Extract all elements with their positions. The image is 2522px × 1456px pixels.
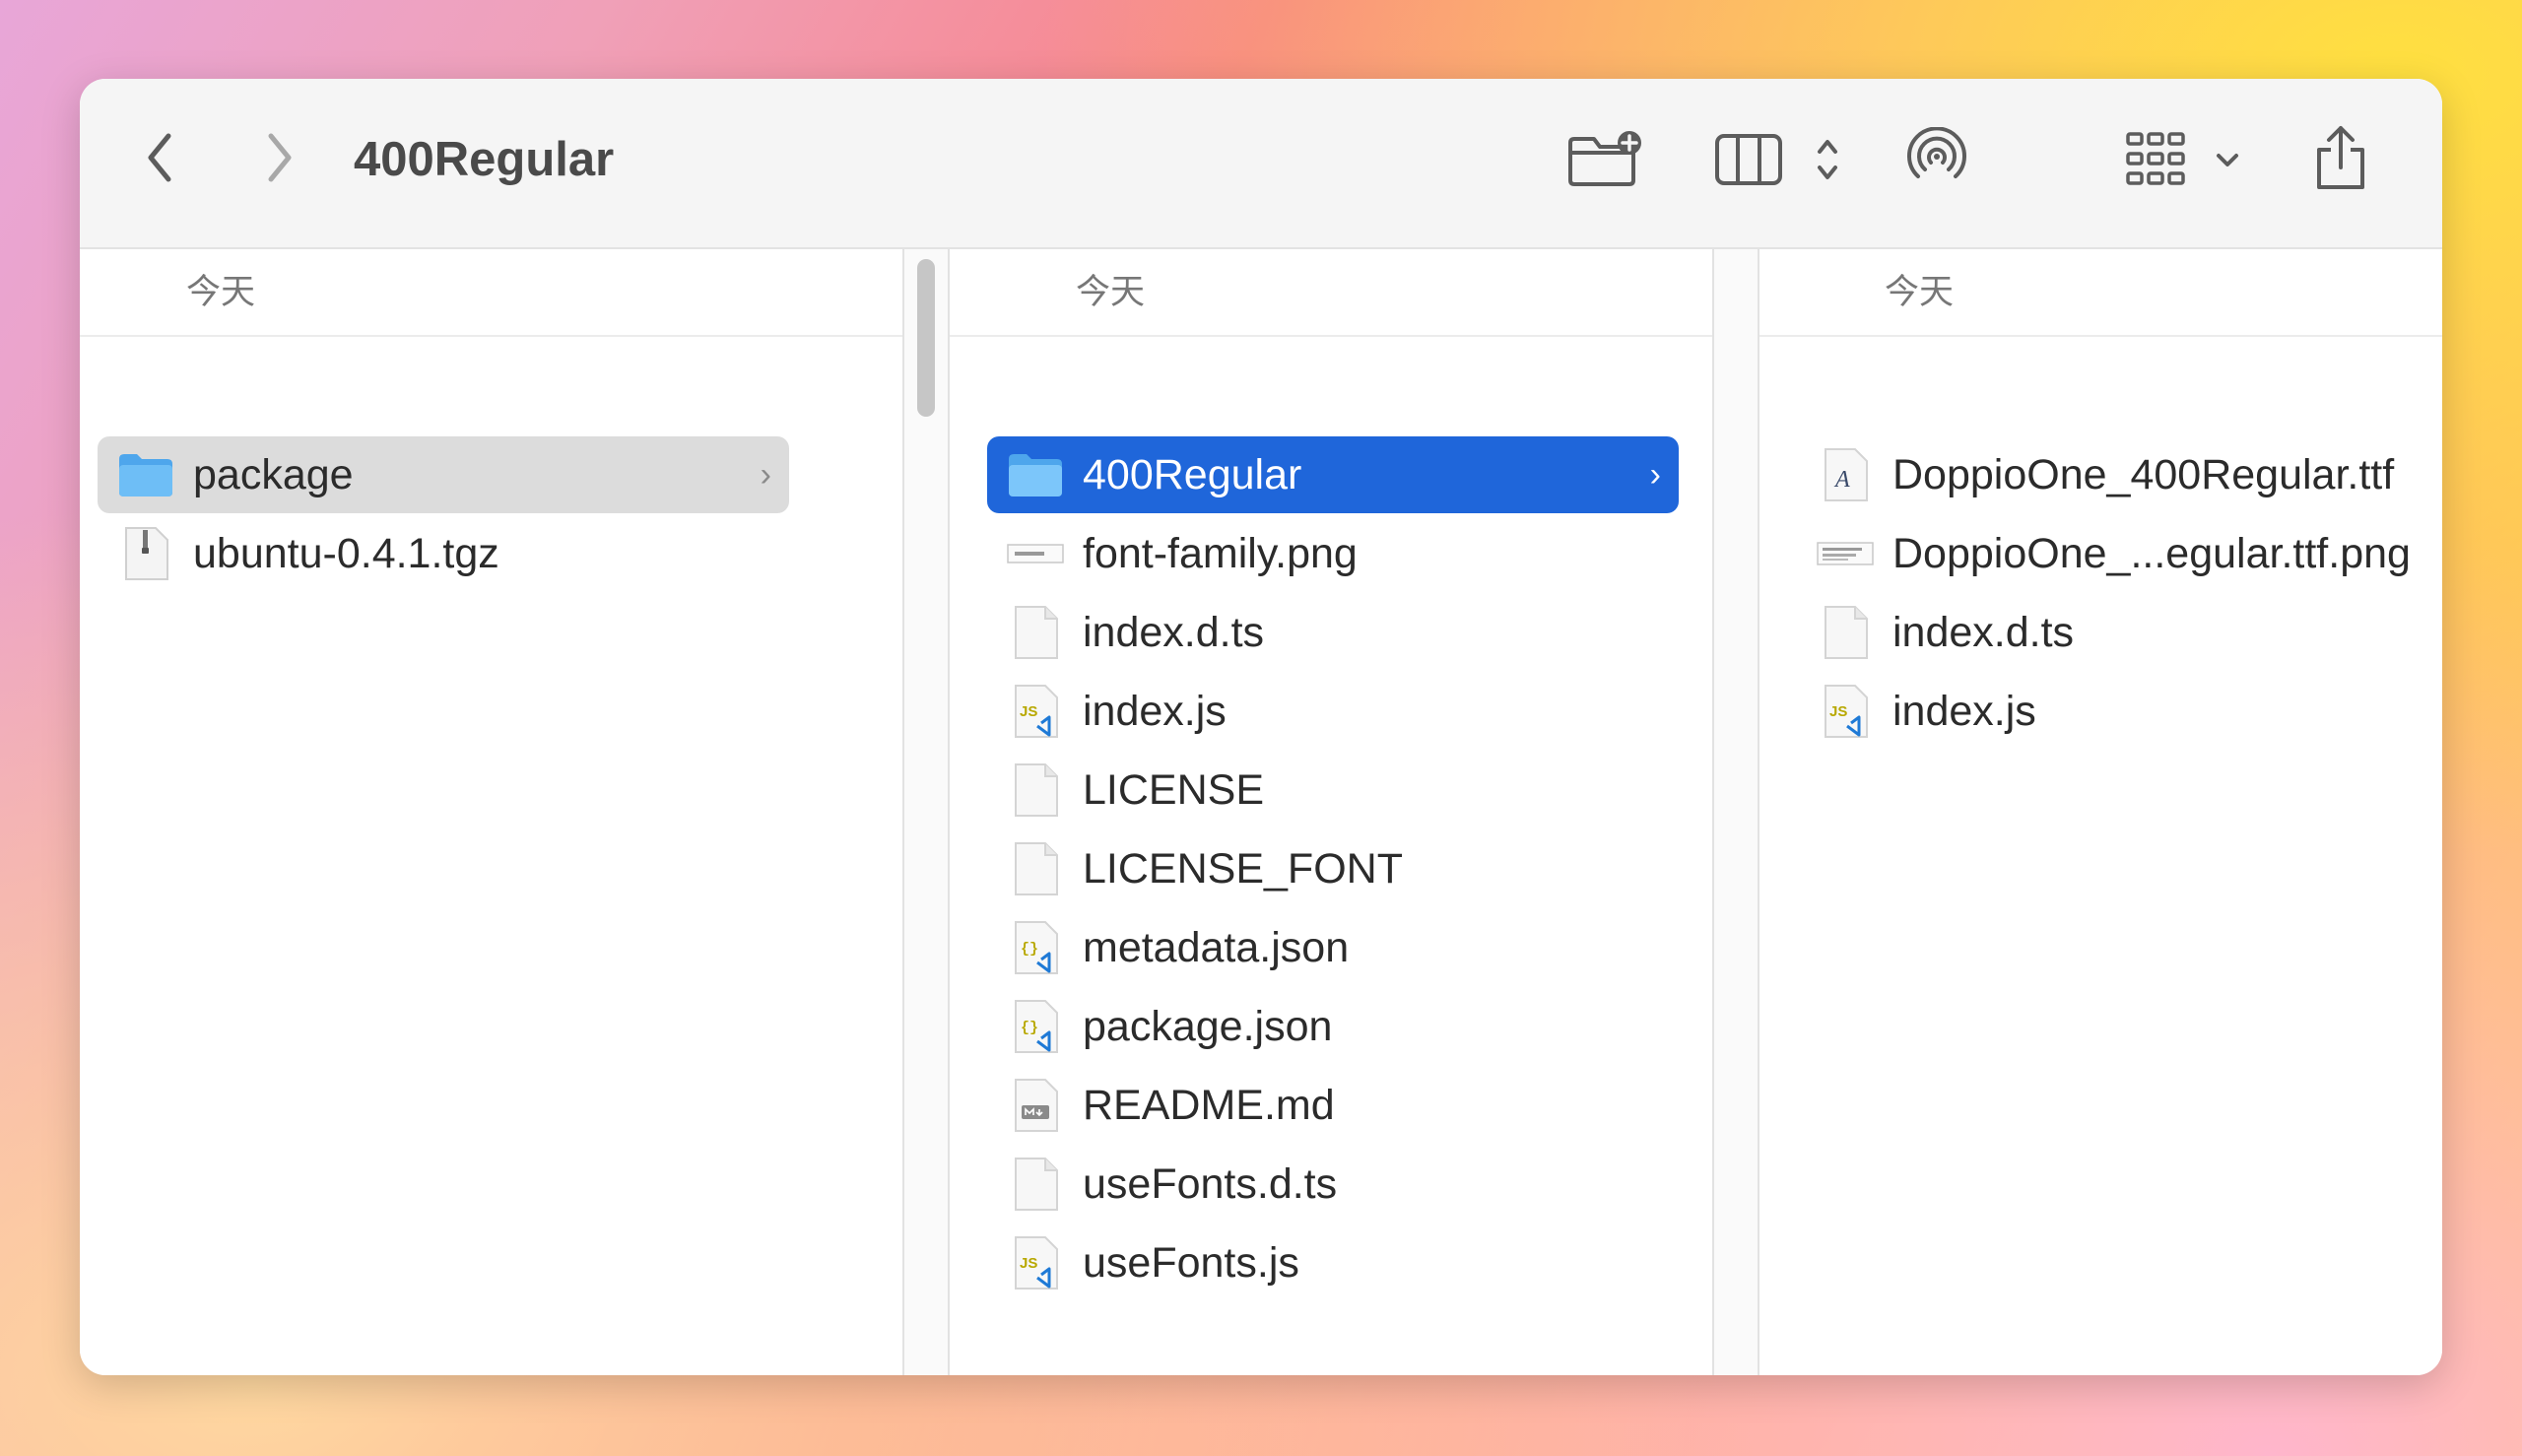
list-item-tgz[interactable]: ubuntu-0.4.1.tgz (98, 515, 789, 592)
column-3: 今天 A DoppioOne_400Regular.ttf DoppioOne_… (1759, 249, 2442, 1375)
list-item-license-font[interactable]: LICENSE_FONT (987, 830, 1679, 907)
airdrop-icon (1907, 127, 1966, 178)
column-1-header-label: 今天 (186, 273, 256, 311)
finder-window: 400Regular 今天 package › ubuntu-0.4.1.tgz… (80, 79, 2442, 1375)
airdrop-button[interactable] (1902, 126, 1971, 191)
list-item-label: ubuntu-0.4.1.tgz (193, 530, 499, 577)
list-item-label: 400Regular (1083, 451, 1302, 498)
group-grid-icon (2126, 132, 2238, 185)
archive-icon (117, 526, 174, 581)
column-3-header-label: 今天 (1885, 273, 1955, 311)
new-folder-button[interactable] (1565, 126, 1644, 191)
svg-text:JS: JS (1020, 1255, 1037, 1272)
list-item-label: useFonts.d.ts (1083, 1160, 1338, 1208)
list-item-label: LICENSE_FONT (1083, 845, 1403, 893)
list-item-font-family-png[interactable]: font-family.png (987, 515, 1679, 592)
blank-document-icon (1007, 605, 1064, 660)
blank-document-icon (1007, 841, 1064, 896)
image-thumbnail-icon (1007, 526, 1064, 581)
javascript-file-icon: JS (1817, 684, 1874, 739)
markdown-file-icon (1007, 1078, 1064, 1133)
list-item-index-d-ts[interactable]: index.d.ts (1797, 594, 2427, 671)
forward-button[interactable] (249, 128, 308, 187)
svg-text:{}: {} (1021, 941, 1038, 958)
column-2: 今天 400Regular › font-family.png index.d.… (950, 249, 1712, 1375)
list-item-label: metadata.json (1083, 924, 1350, 971)
list-item-label: package.json (1083, 1003, 1333, 1050)
column-2-scrollbar[interactable] (1714, 249, 1758, 1375)
back-button[interactable] (131, 128, 190, 187)
column-divider[interactable] (902, 249, 904, 1375)
column-1-scrollbar[interactable] (904, 249, 948, 1375)
share-icon (2317, 126, 2364, 189)
list-item-label: useFonts.js (1083, 1239, 1299, 1287)
blank-document-icon (1007, 762, 1064, 818)
svg-text:JS: JS (1020, 703, 1037, 720)
list-item-readme-md[interactable]: README.md (987, 1067, 1679, 1144)
list-item-label: DoppioOne_400Regular.ttf (1892, 451, 2395, 498)
list-item-label: index.js (1892, 688, 2036, 735)
javascript-file-icon: JS (1007, 684, 1064, 739)
list-item-font-ttf[interactable]: A DoppioOne_400Regular.ttf (1797, 436, 2427, 513)
folder-icon (1007, 447, 1064, 502)
json-file-icon: {} (1007, 999, 1064, 1054)
list-item-label: package (193, 451, 354, 498)
column-2-header-label: 今天 (1076, 273, 1146, 311)
list-item-package[interactable]: package › (98, 436, 789, 513)
list-item-index-js[interactable]: JS index.js (987, 673, 1679, 750)
list-item-package-json[interactable]: {} package.json (987, 988, 1679, 1065)
list-item-index-js[interactable]: JS index.js (1797, 673, 2427, 750)
new-folder-icon (1568, 131, 1641, 186)
list-item-metadata-json[interactable]: {} metadata.json (987, 909, 1679, 986)
blank-document-icon (1817, 605, 1874, 660)
svg-text:A: A (1833, 467, 1850, 493)
blank-document-icon (1007, 1157, 1064, 1212)
scrollbar-thumb[interactable] (917, 259, 935, 417)
svg-text:{}: {} (1021, 1020, 1038, 1036)
column-1-header: 今天 (80, 249, 904, 337)
image-thumbnail-icon (1817, 526, 1874, 581)
list-item-label: index.js (1083, 688, 1227, 735)
window-title: 400Regular (354, 133, 615, 186)
json-file-icon: {} (1007, 920, 1064, 975)
disclosure-chevron-icon: › (760, 456, 771, 494)
svg-text:JS: JS (1829, 703, 1847, 720)
forward-chevron-icon (268, 133, 292, 182)
back-chevron-icon (148, 133, 171, 182)
javascript-file-icon: JS (1007, 1235, 1064, 1291)
list-item-label: index.d.ts (1892, 609, 2075, 656)
group-button[interactable] (2124, 126, 2250, 191)
list-item-label: LICENSE (1083, 766, 1265, 814)
disclosure-chevron-icon: › (1649, 456, 1661, 494)
font-file-icon: A (1817, 447, 1874, 502)
list-item-label: README.md (1083, 1082, 1335, 1129)
list-item-label: font-family.png (1083, 530, 1358, 577)
toolbar: 400Regular (80, 79, 2442, 249)
list-item-usefonts-d-ts[interactable]: useFonts.d.ts (987, 1146, 1679, 1223)
column-1: 今天 package › ubuntu-0.4.1.tgz (80, 249, 904, 1375)
list-item-400regular[interactable]: 400Regular › (987, 436, 1679, 513)
list-item-label: index.d.ts (1083, 609, 1265, 656)
list-item-usefonts-js[interactable]: JS useFonts.js (987, 1224, 1679, 1301)
column-3-header: 今天 (1759, 249, 2442, 337)
column-view-icon (1715, 134, 1837, 185)
list-item-index-d-ts[interactable]: index.d.ts (987, 594, 1679, 671)
folder-icon (117, 447, 174, 502)
view-mode-button[interactable] (1713, 126, 1851, 191)
list-item-font-png[interactable]: DoppioOne_...egular.ttf.png (1797, 515, 2427, 592)
list-item-label: DoppioOne_...egular.ttf.png (1892, 530, 2411, 577)
list-item-license[interactable]: LICENSE (987, 752, 1679, 828)
column-2-header: 今天 (950, 249, 1712, 337)
share-button[interactable] (2308, 122, 2373, 195)
